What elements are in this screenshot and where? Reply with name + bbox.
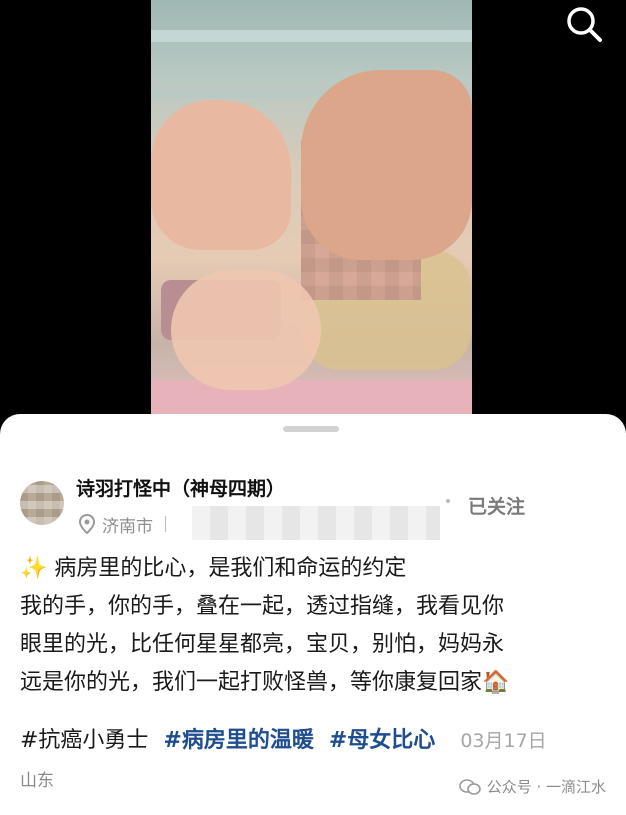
hashtag-row: #抗癌小勇士 #病房里的温暖 #母女比心 03月17日	[20, 722, 547, 760]
location-row: 济南市	[78, 512, 166, 537]
dot-separator	[446, 499, 450, 503]
post-line-3: 眼里的光，比任何星星都亮，宝贝，别怕，妈妈永	[20, 632, 505, 657]
post-sheet: 诗羽打怪中（神母四期） 济南市 已关注 ✨ 病房里的比心，是我们和命运的约定 我…	[0, 414, 626, 815]
post-line-1: ✨ 病房里的比心，是我们和命运的约定	[20, 556, 407, 581]
search-button[interactable]	[562, 4, 606, 44]
video-area[interactable]	[0, 0, 626, 430]
redacted-info	[192, 506, 440, 540]
drag-handle[interactable]	[283, 426, 339, 432]
hashtag-ward-warmth[interactable]: #病房里的温暖	[163, 728, 313, 753]
post-date: 03月17日	[460, 730, 547, 752]
right-hand	[301, 70, 472, 260]
author-name[interactable]: 诗羽打怪中（神母四期）	[76, 474, 285, 501]
location-city: 济南市	[102, 516, 153, 537]
avatar[interactable]	[20, 481, 64, 525]
hashtag-mother-daughter[interactable]: #母女比心	[329, 728, 435, 753]
location-separator	[165, 516, 166, 532]
post-line-2: 我的手，你的手，叠在一起，透过指缝，我看见你	[20, 594, 505, 619]
child-hand	[171, 270, 321, 390]
left-hand	[151, 100, 291, 250]
bed-rail	[151, 30, 472, 42]
sparkles-emoji: ✨	[20, 556, 48, 581]
search-icon	[567, 7, 602, 42]
wechat-icon	[458, 778, 481, 795]
post-line-4: 远是你的光，我们一起打败怪兽，等你康复回家🏠	[20, 670, 510, 695]
watermark: 公众号 · 一滴江水	[458, 776, 606, 797]
hashtag-anticancer[interactable]: #抗癌小勇士	[20, 728, 148, 753]
location-pin-icon	[78, 514, 96, 534]
follow-button[interactable]: 已关注	[468, 492, 525, 519]
post-region: 山东	[20, 771, 54, 791]
post-body: ✨ 病房里的比心，是我们和命运的约定 我的手，你的手，叠在一起，透过指缝，我看见…	[20, 550, 606, 702]
watermark-text: 公众号 · 一滴江水	[486, 778, 606, 796]
post-photo[interactable]	[151, 0, 472, 430]
